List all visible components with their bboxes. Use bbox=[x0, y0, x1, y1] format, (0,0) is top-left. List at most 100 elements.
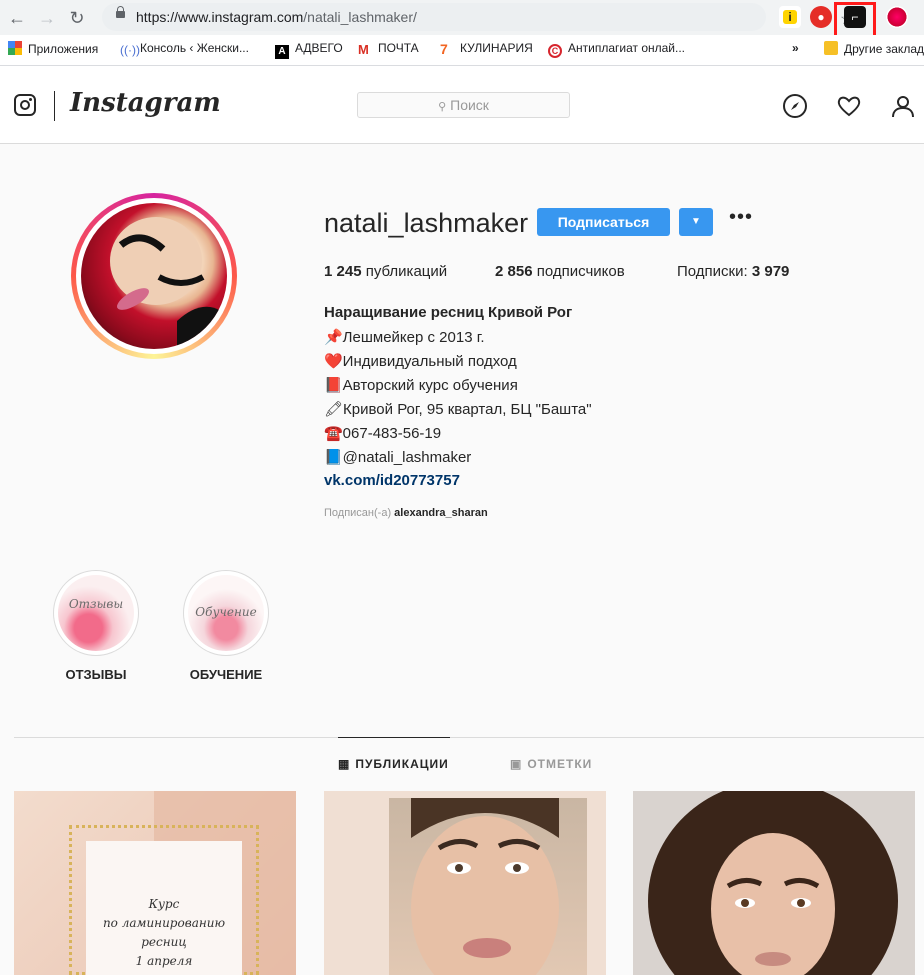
caption-line: 1 апреля bbox=[135, 954, 193, 968]
apps-grid-icon bbox=[8, 41, 22, 55]
bio-mention-line[interactable]: 📘@natali_lashmaker bbox=[324, 448, 471, 466]
bookmark-label: Приложения bbox=[28, 42, 99, 56]
posts-label: публикаций bbox=[365, 263, 448, 280]
seven-icon: 7 bbox=[440, 41, 448, 57]
bio-line: ❤️Индивидуальный подход bbox=[324, 353, 517, 370]
follow-button[interactable]: Подписаться bbox=[537, 208, 670, 236]
highlight-training[interactable]: Обучение bbox=[183, 570, 269, 656]
explore-compass-icon[interactable] bbox=[782, 93, 808, 119]
tab-tagged[interactable]: ▣ ОТМЕТКИ bbox=[510, 757, 592, 771]
bio-website-link[interactable]: vk.com/id20773757 bbox=[324, 472, 460, 489]
posts-count: 1 245 публикаций bbox=[324, 263, 447, 280]
followers-number: 2 856 bbox=[495, 263, 533, 280]
bookmark-label: Консоль ‹ Женски... bbox=[140, 41, 249, 55]
broadcast-icon: ((·)) bbox=[120, 43, 140, 57]
active-tab-indicator bbox=[338, 737, 450, 738]
advego-icon: A bbox=[275, 45, 289, 59]
tabs-divider bbox=[14, 737, 924, 738]
bio-line: 📕Авторский курс обучения bbox=[324, 377, 518, 394]
post-tile[interactable] bbox=[633, 791, 915, 975]
url-host: https://www.instagram.com bbox=[136, 9, 304, 25]
following-count[interactable]: Подписки: 3 979 bbox=[677, 263, 789, 280]
heart-icon[interactable] bbox=[836, 93, 862, 119]
followed-by-user-link[interactable]: alexandra_sharan bbox=[394, 507, 488, 519]
back-icon[interactable]: ← bbox=[6, 7, 28, 29]
highlight-cover-text: Обучение bbox=[195, 605, 257, 619]
tab-label: ПУБЛИКАЦИИ bbox=[355, 757, 449, 771]
bookmark-cooking[interactable]: 7 КУЛИНАРИЯ bbox=[440, 41, 533, 57]
bookmark-apps[interactable]: Приложения bbox=[8, 41, 98, 56]
posts-number: 1 245 bbox=[324, 263, 362, 280]
suggestions-dropdown-button[interactable]: ▼ bbox=[679, 208, 713, 236]
profile-avatar-icon[interactable] bbox=[886, 6, 908, 28]
gmail-icon: M bbox=[358, 42, 369, 57]
folder-icon bbox=[824, 41, 838, 55]
followers-count[interactable]: 2 856 подписчиков bbox=[495, 263, 625, 280]
highlight-label: ОБУЧЕНИЕ bbox=[189, 667, 263, 682]
instagram-header: Instagram ⚲ Поиск bbox=[0, 66, 924, 144]
tab-label: ОТМЕТКИ bbox=[527, 757, 593, 771]
profile-avatar[interactable] bbox=[71, 193, 237, 359]
extension-shield-icon[interactable]: ● bbox=[810, 6, 832, 28]
bookmark-label: ПОЧТА bbox=[378, 41, 419, 55]
url-path: /natali_lashmaker/ bbox=[303, 9, 417, 25]
bookmark-antiplagiat[interactable]: C Антиплагиат онлай... bbox=[548, 41, 685, 58]
followed-by-label: Подписан(-а) bbox=[324, 507, 392, 519]
instagram-camera-icon[interactable] bbox=[14, 94, 36, 116]
following-number: 3 979 bbox=[751, 263, 790, 280]
portrait-illustration bbox=[411, 798, 559, 975]
extension-i-icon[interactable]: i bbox=[779, 6, 801, 28]
search-input[interactable]: ⚲ Поиск bbox=[357, 92, 570, 118]
bookmarks-bar: Приложения ((·))Консоль ‹ Женски... A АДВ… bbox=[0, 35, 924, 66]
profile-username: natali_lashmaker bbox=[324, 208, 529, 238]
bookmark-label: Другие заклад bbox=[844, 42, 924, 56]
avatar-gap bbox=[76, 198, 232, 354]
post-caption: Курс по ламинированию ресниц 1 апреля bbox=[86, 895, 242, 971]
caption-line: по ламинированию bbox=[102, 916, 226, 930]
lock-icon bbox=[116, 6, 125, 18]
bookmark-label: Антиплагиат онлай... bbox=[568, 41, 686, 55]
address-bar[interactable]: https://www.instagram.com/natali_lashmak… bbox=[102, 3, 854, 31]
browser-chrome: ← → ↻ https://www.instagram.com/natali_l… bbox=[0, 0, 924, 81]
more-options-icon[interactable]: ••• bbox=[729, 206, 753, 229]
bookmark-console[interactable]: ((·))Консоль ‹ Женски... bbox=[120, 41, 249, 57]
copyright-icon: C bbox=[548, 44, 562, 58]
followed-by: Подписан(-а) alexandra_sharan bbox=[324, 507, 488, 519]
caption-line: ресниц bbox=[141, 935, 187, 949]
bookmarks-overflow[interactable]: » bbox=[792, 41, 799, 55]
highlight-label: ОТЗЫВЫ bbox=[65, 667, 127, 682]
bio-line: ☎️067-483-56-19 bbox=[324, 425, 442, 442]
search-icon: ⚲ bbox=[438, 101, 447, 113]
search-placeholder: Поиск bbox=[450, 97, 489, 113]
bookmark-label: КУЛИНАРИЯ bbox=[460, 41, 533, 55]
tab-posts[interactable]: ▦ ПУБЛИКАЦИИ bbox=[338, 757, 449, 771]
bio-line: 🖍Кривой Рог, 95 квартал, БЦ "Башта" bbox=[324, 401, 592, 418]
lash-photo-illustration bbox=[110, 217, 221, 349]
tagged-icon: ▣ bbox=[510, 757, 523, 771]
caption-line: Курс bbox=[148, 897, 180, 911]
bookmark-mail[interactable]: M ПОЧТА bbox=[358, 41, 419, 57]
url-text: https://www.instagram.com/natali_lashmak… bbox=[136, 9, 417, 25]
avatar-photo bbox=[81, 203, 227, 349]
bookmark-advego[interactable]: A АДВЕГО bbox=[275, 41, 343, 59]
profile-user-icon[interactable] bbox=[890, 93, 916, 119]
post-tile[interactable]: Курс по ламинированию ресниц 1 апреля bbox=[14, 791, 296, 975]
highlight-cover: Обучение bbox=[188, 575, 264, 651]
bookmark-other[interactable]: Другие заклад bbox=[824, 41, 924, 56]
following-label: Подписки: bbox=[677, 263, 748, 280]
highlight-cover: Отзывы bbox=[58, 575, 134, 651]
highlight-cover-text: Отзывы bbox=[68, 597, 124, 611]
reload-icon[interactable]: ↻ bbox=[66, 7, 88, 29]
curly-hair-portrait-illustration bbox=[648, 791, 898, 975]
caption-card: Курс по ламинированию ресниц 1 апреля bbox=[86, 841, 242, 975]
forward-icon[interactable]: → bbox=[36, 7, 58, 29]
bio-full-name: Наращивание ресниц Кривой Рог bbox=[324, 304, 573, 321]
followers-label: подписчиков bbox=[536, 263, 625, 280]
instagram-wordmark[interactable]: Instagram bbox=[70, 88, 221, 118]
highlight-reviews[interactable]: Отзывы bbox=[53, 570, 139, 656]
post-tile[interactable] bbox=[324, 791, 606, 975]
bio-line: 📌Лешмейкер с 2013 г. bbox=[324, 329, 485, 346]
post-photo bbox=[389, 798, 587, 975]
grid-icon: ▦ bbox=[338, 757, 351, 771]
header-divider bbox=[54, 91, 55, 121]
